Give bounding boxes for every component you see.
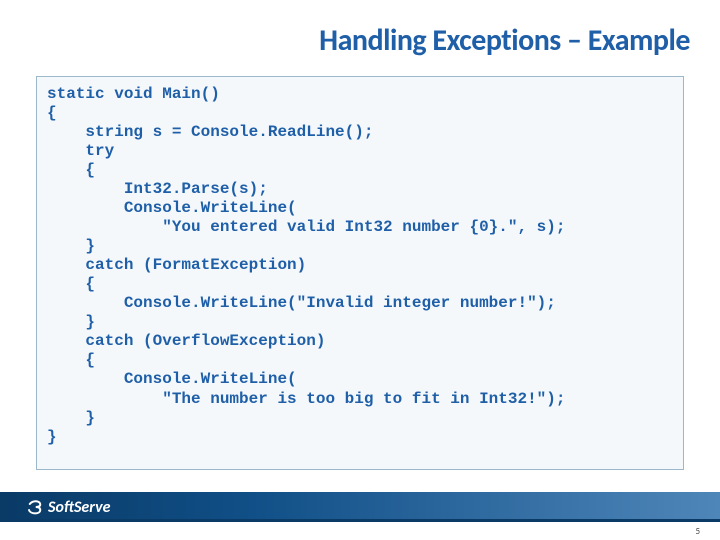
page-number: 5	[695, 526, 700, 537]
slide-title: Handling Exceptions – Example	[319, 22, 690, 59]
brand-text: SoftServe	[48, 498, 110, 517]
code-example-box: static void Main() { string s = Console.…	[36, 76, 684, 470]
footer-bar: SoftServe	[0, 492, 720, 522]
softserve-logo-icon	[26, 498, 44, 516]
code-content: static void Main() { string s = Console.…	[47, 85, 673, 447]
brand: SoftServe	[26, 498, 110, 517]
